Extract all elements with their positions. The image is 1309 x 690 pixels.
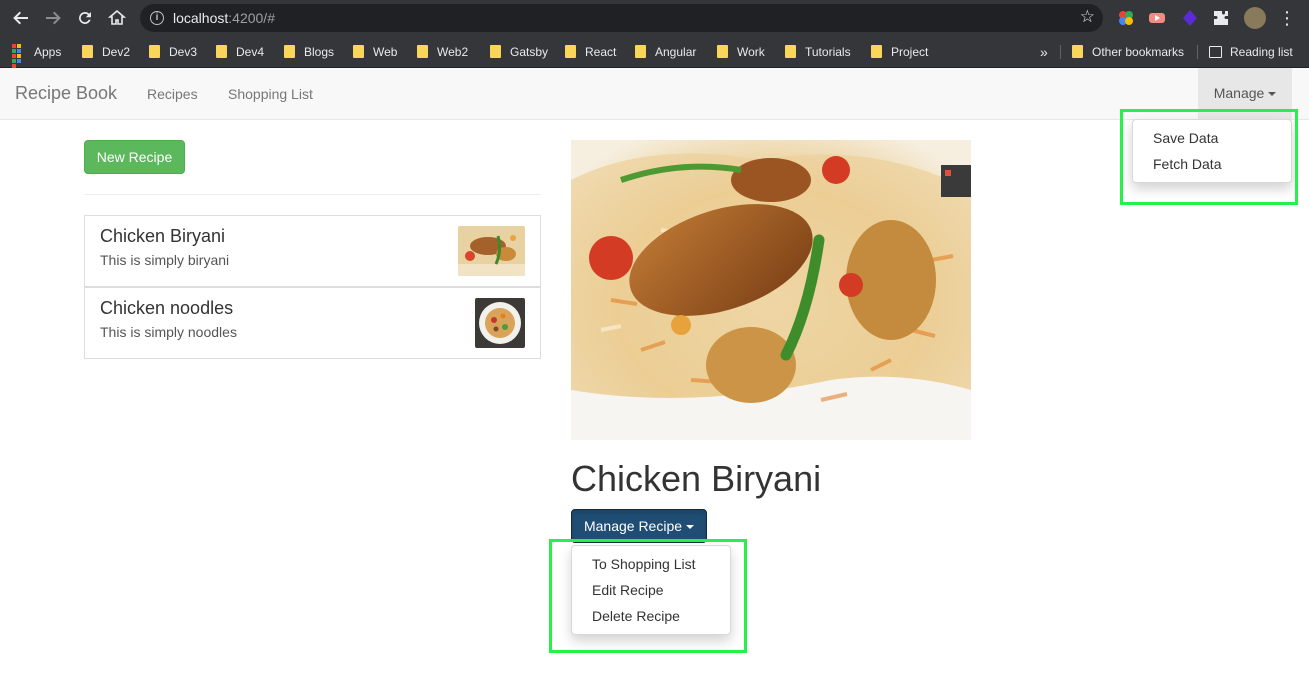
navbar-brand[interactable]: Recipe Book <box>15 83 117 104</box>
bookmarks-bar: Apps Dev2 Dev3 Dev4 Blogs Web Web2 Gatsb… <box>0 36 1309 68</box>
folder-icon <box>785 45 796 58</box>
highlight-box <box>1120 109 1298 205</box>
nav-link-recipes[interactable]: Recipes <box>147 86 198 102</box>
folder-icon <box>717 45 728 58</box>
recipe-description: This is simply biryani <box>100 252 230 268</box>
app-navbar: Recipe Book Recipes Shopping List Manage <box>0 68 1309 120</box>
profile-avatar[interactable] <box>1244 7 1266 29</box>
recorder-extension-icon[interactable] <box>1148 9 1166 27</box>
recipe-image <box>571 140 971 440</box>
new-recipe-button[interactable]: New Recipe <box>84 140 185 174</box>
recipe-thumbnail <box>458 226 525 276</box>
recipe-name: Chicken Biryani <box>100 226 226 246</box>
manage-recipe-button[interactable]: Manage Recipe <box>571 509 707 543</box>
bookmark-folder[interactable]: Work <box>717 43 765 61</box>
more-menu-icon[interactable]: ⋮ <box>1275 6 1299 30</box>
bookmark-folder[interactable]: Project <box>871 43 928 61</box>
bookmark-folder[interactable]: Dev4 <box>216 43 264 61</box>
highlight-box <box>549 539 747 653</box>
folder-icon <box>284 45 295 58</box>
url-text: localhost:4200/# <box>173 10 275 26</box>
caret-down-icon <box>686 525 695 529</box>
address-bar[interactable]: i localhost:4200/# ☆ <box>140 4 1103 32</box>
folder-icon <box>871 45 882 58</box>
recipe-name: Chicken noodles <box>100 298 234 318</box>
reading-list[interactable]: Reading list <box>1209 43 1293 61</box>
reload-icon[interactable] <box>73 6 97 30</box>
folder-icon <box>565 45 576 58</box>
gem-extension-icon[interactable] <box>1181 9 1199 27</box>
bookmark-folder[interactable]: Angular <box>635 43 696 61</box>
folder-icon <box>635 45 646 58</box>
recipe-list-item[interactable]: Chicken noodles This is simply noodles <box>84 287 541 359</box>
browser-toolbar: i localhost:4200/# ☆ ⋮ <box>0 0 1309 36</box>
bookmark-folder[interactable]: Web2 <box>417 43 468 61</box>
folder-icon <box>353 45 364 58</box>
home-icon[interactable] <box>105 6 129 30</box>
recipe-thumbnail <box>475 298 525 348</box>
bookmark-folder[interactable]: Blogs <box>284 43 334 61</box>
other-bookmarks[interactable]: Other bookmarks <box>1072 43 1184 61</box>
recipe-list-item[interactable]: Chicken Biryani This is simply biryani <box>84 215 541 287</box>
divider <box>84 194 541 195</box>
reading-list-icon <box>1209 46 1222 58</box>
folder-icon <box>82 45 93 58</box>
folder-icon <box>1072 45 1083 58</box>
bookmark-folder[interactable]: Tutorials <box>785 43 851 61</box>
folder-icon <box>149 45 160 58</box>
bookmarks-overflow-icon[interactable]: » <box>1040 43 1048 61</box>
info-icon[interactable]: i <box>150 11 164 25</box>
bookmark-folder[interactable]: Dev2 <box>82 43 130 61</box>
bookmark-apps[interactable]: Apps <box>12 43 61 68</box>
color-wheel-extension-icon[interactable] <box>1117 9 1135 27</box>
folder-icon <box>490 45 501 58</box>
folder-icon <box>417 45 428 58</box>
bookmark-folder[interactable]: Gatsby <box>490 43 548 61</box>
folder-icon <box>216 45 227 58</box>
bookmarks-divider <box>1197 45 1198 59</box>
recipe-description: This is simply noodles <box>100 324 237 340</box>
back-icon[interactable] <box>9 6 33 30</box>
bookmark-folder[interactable]: Web <box>353 43 397 61</box>
bookmarks-divider <box>1060 45 1061 59</box>
extensions-puzzle-icon[interactable] <box>1212 9 1230 27</box>
apps-grid-icon <box>12 44 26 68</box>
bookmark-folder[interactable]: Dev3 <box>149 43 197 61</box>
recipe-detail-title: Chicken Biryani <box>571 458 822 499</box>
forward-icon[interactable] <box>41 6 65 30</box>
caret-down-icon <box>1268 92 1277 96</box>
bookmark-folder[interactable]: React <box>565 43 616 61</box>
nav-link-shopping-list[interactable]: Shopping List <box>228 86 313 102</box>
bookmark-star-icon[interactable]: ☆ <box>1080 7 1095 27</box>
